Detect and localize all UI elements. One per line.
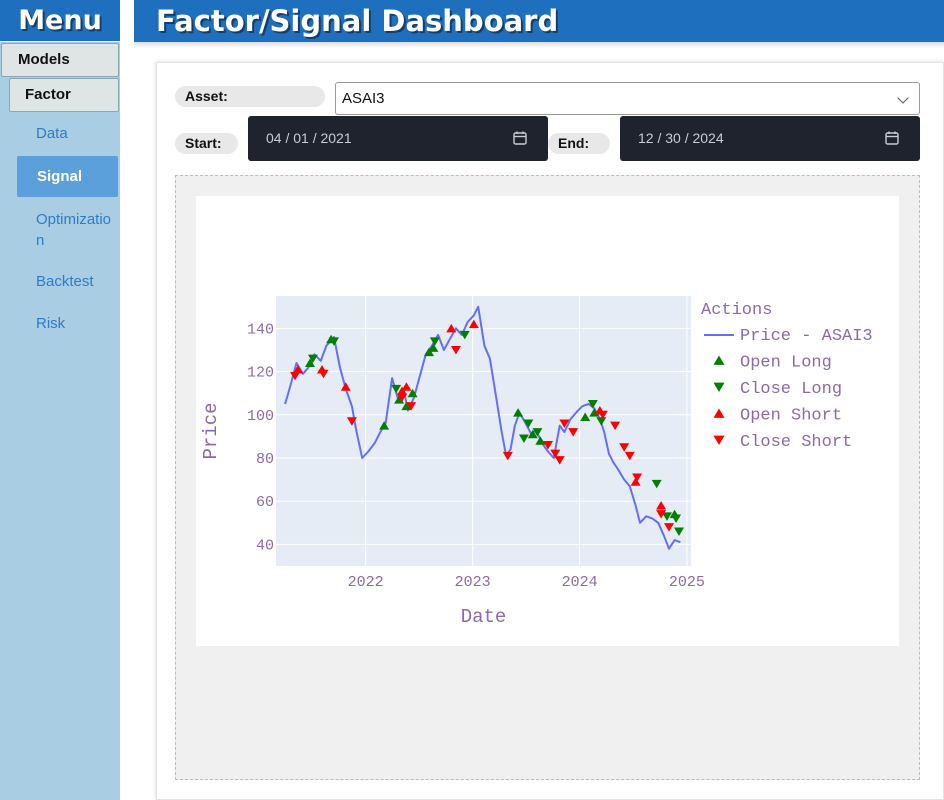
header-divider	[134, 42, 944, 48]
sidebar-item-data[interactable]: Data	[36, 123, 114, 144]
y-tick-label: 120	[247, 365, 274, 382]
legend-label: Price - ASAI3	[740, 327, 873, 346]
header-bar: Factor/Signal Dashboard	[134, 0, 944, 42]
y-axis-title: Price	[200, 402, 222, 459]
asset-dropdown-value: ASAI3	[342, 90, 385, 107]
y-tick-label: 40	[256, 537, 274, 554]
sidebar: Menu Models Factor Data Signal Optimizat…	[0, 0, 120, 800]
end-label: End:	[548, 133, 610, 154]
x-tick-label: 2023	[455, 574, 491, 591]
signal-chart-svg[interactable]: 40 60 80 100 120 140 2022 2023 2024 2025 Date Price…	[196, 196, 899, 646]
legend-title: Actions	[701, 301, 772, 320]
calendar-icon[interactable]	[885, 131, 899, 145]
legend-close-long-swatch	[713, 382, 725, 392]
end-date-picker[interactable]: 12 / 30 / 2024	[620, 116, 920, 161]
x-tick-label: 2025	[669, 574, 705, 591]
legend-label: Close Long	[740, 380, 842, 399]
page-title: Factor/Signal Dashboard	[156, 4, 559, 38]
signal-chart[interactable]: 40 60 80 100 120 140 2022 2023 2024 2025 Date Price…	[196, 196, 899, 646]
y-tick-label: 80	[256, 451, 274, 468]
y-tick-label: 60	[256, 494, 274, 511]
asset-dropdown[interactable]: ASAI3	[335, 82, 920, 115]
x-tick-label: 2024	[562, 574, 598, 591]
legend-open-long-swatch	[713, 355, 725, 365]
legend-label: Open Long	[740, 354, 832, 373]
start-label: Start:	[175, 133, 238, 154]
x-axis-title: Date	[461, 606, 507, 628]
sidebar-item-optimization[interactable]: Optimization	[36, 209, 114, 251]
sidebar-factor-button[interactable]: Factor	[9, 78, 119, 112]
calendar-icon[interactable]	[513, 131, 527, 145]
sidebar-item-backtest[interactable]: Backtest	[36, 271, 114, 292]
sidebar-item-risk[interactable]: Risk	[36, 313, 114, 334]
asset-label: Asset:	[175, 86, 325, 107]
menu-title: Menu	[0, 0, 120, 42]
sidebar-item-signal[interactable]: Signal	[17, 156, 118, 197]
y-tick-label: 140	[247, 321, 274, 338]
y-tick-label: 100	[247, 408, 274, 425]
legend-label: Open Short	[740, 407, 842, 426]
legend-open-short-swatch	[713, 408, 725, 418]
start-date-value[interactable]: 04 / 01 / 2021	[266, 116, 352, 161]
chevron-down-icon[interactable]	[897, 92, 909, 104]
legend-label: Close Short	[740, 433, 852, 452]
x-tick-label: 2022	[348, 574, 384, 591]
legend-close-short-swatch	[713, 435, 725, 445]
start-date-picker[interactable]: 04 / 01 / 2021	[248, 116, 548, 161]
sidebar-models-button[interactable]: Models	[1, 43, 119, 77]
end-date-value[interactable]: 12 / 30 / 2024	[638, 116, 724, 161]
